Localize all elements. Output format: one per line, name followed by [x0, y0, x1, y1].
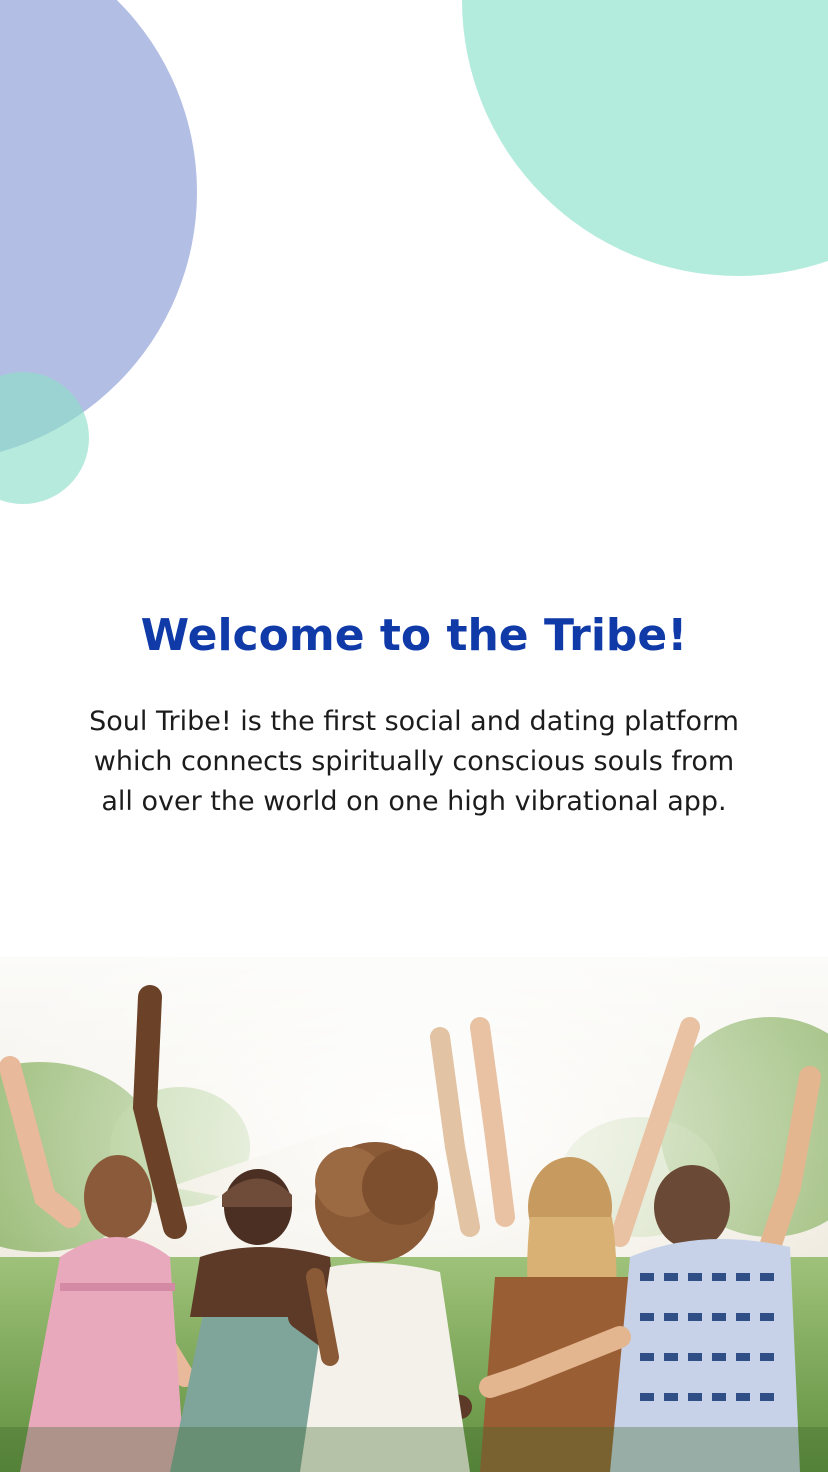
hero-photo: [0, 957, 828, 1472]
decorative-mint-circle-large: [462, 0, 828, 276]
welcome-screen: Welcome to the Tribe! Soul Tribe! is the…: [0, 0, 828, 1472]
welcome-description: Soul Tribe! is the first social and dati…: [89, 706, 739, 817]
welcome-title: Welcome to the Tribe!: [140, 610, 688, 661]
